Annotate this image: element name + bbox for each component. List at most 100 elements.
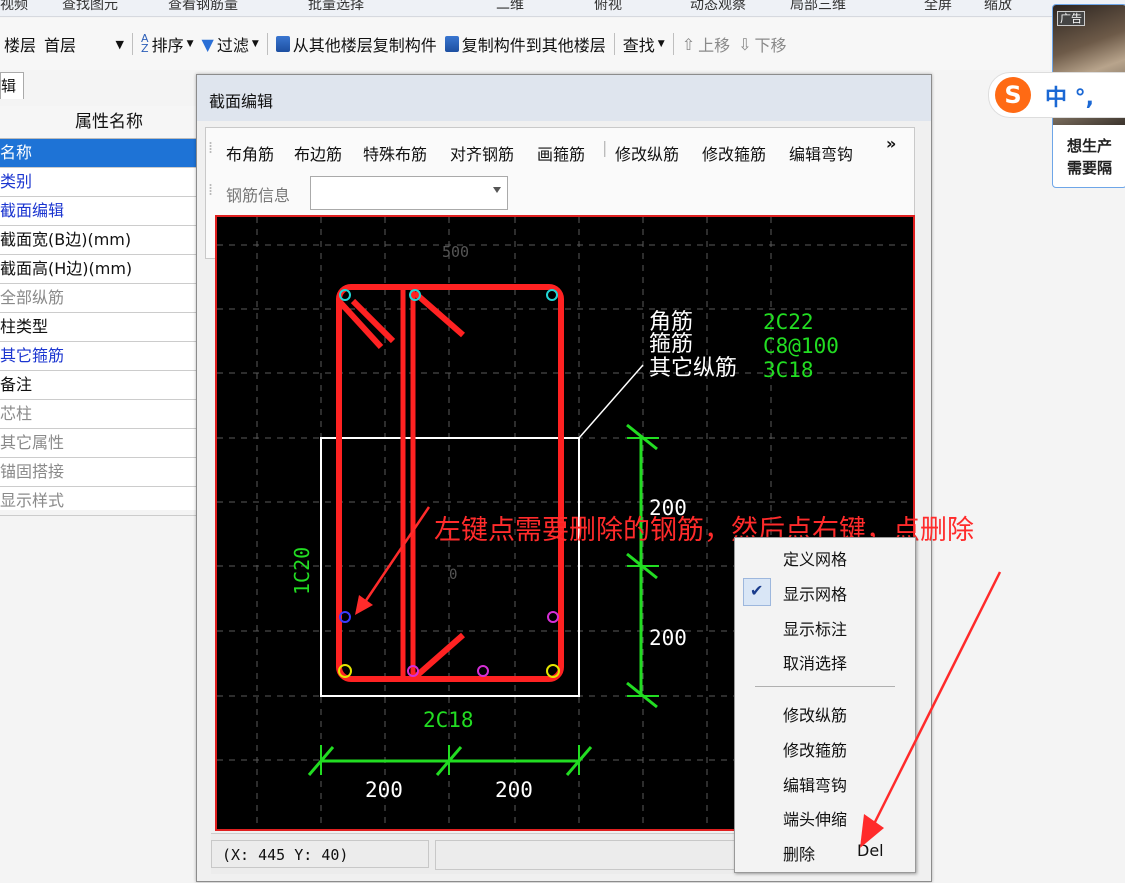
floor-value: 首层 [44, 36, 77, 55]
checkmark-icon: ✔ [750, 581, 764, 600]
divider [132, 33, 134, 55]
move-down-label: 下移 [754, 36, 787, 55]
corner-rebar[interactable] [546, 289, 558, 301]
find-label: 查找 [622, 36, 655, 55]
move-down-button[interactable]: ⇩ 下移 [734, 32, 790, 56]
tool-modify-longitudinal[interactable]: 修改纵筋 [615, 141, 679, 165]
menu-cancel-selection[interactable]: 取消选择 [783, 650, 847, 674]
funnel-icon: ▼ [201, 34, 214, 54]
more-tools-button[interactable]: » [886, 134, 896, 153]
copy-from-floor-button[interactable]: 从其他楼层复制构件 [272, 32, 441, 56]
label-corner-value: 2C22 [763, 310, 814, 334]
tool-corner-rebar[interactable]: 布角筋 [226, 141, 274, 165]
sort-icon: AZ [141, 32, 149, 55]
toolbar-top-view[interactable]: 俯视 [594, 0, 622, 14]
menu-define-grid[interactable]: 定义网格 [783, 546, 847, 570]
pointer-arrow-head [860, 814, 884, 848]
tool-draw-stirrup[interactable]: 画箍筋 [537, 141, 585, 165]
menu-show-grid[interactable]: 显示网格 [783, 581, 847, 605]
side-rebar[interactable] [547, 611, 559, 623]
toolbar-zoom[interactable]: 缩放 [984, 0, 1012, 14]
toolbar-fullscreen[interactable]: 全屏 [924, 0, 952, 14]
property-row[interactable]: 柱类型 [0, 313, 198, 342]
ad-line-1: 想生产 [1067, 137, 1113, 155]
divider [613, 33, 615, 55]
property-row[interactable]: 锚固搭接 [0, 458, 198, 487]
menu-edit-hook[interactable]: 编辑弯钩 [783, 772, 847, 796]
annotation-arrow-line [361, 506, 431, 606]
property-row[interactable]: 截面宽(B边)(mm) [0, 226, 198, 255]
coords-readout: (X: 445 Y: 40) [211, 840, 429, 868]
bottom-rebar[interactable] [477, 665, 489, 677]
toolbar-separator: | [602, 138, 608, 157]
property-row[interactable]: 备注 [0, 371, 198, 400]
inner-stirrup [400, 284, 416, 682]
filter-button[interactable]: ▼ 过滤 ▼ [198, 32, 263, 56]
ad-tag: 广告 [1057, 11, 1085, 26]
top-toolbar: 视频 查找图元 查看钢筋量 批量选择 二维 俯视 动态观察 局部三维 全屏 缩放 [0, 0, 1125, 17]
copy-to-label: 复制构件到其他楼层 [461, 36, 606, 55]
annotation-arrow-head [355, 595, 373, 615]
menu-check-box: ✔ [743, 578, 771, 606]
tab-edit[interactable]: 辑 [0, 72, 24, 99]
tool-edit-hook[interactable]: 编辑弯钩 [789, 141, 853, 165]
move-up-button[interactable]: ⇧ 上移 [678, 32, 734, 56]
menu-end-extend[interactable]: 端头伸缩 [783, 806, 847, 830]
dimension-label-left: 200 [365, 778, 403, 802]
property-row[interactable]: 其它属性 [0, 429, 198, 458]
property-row[interactable]: 名称 [0, 139, 198, 168]
outer-stirrup [336, 284, 564, 682]
panel-tab-row [0, 70, 200, 98]
toolbar-grip-icon: ⁞ [208, 138, 214, 157]
rebar-info-combo[interactable] [310, 176, 508, 210]
floor-label: 楼层 [4, 36, 37, 55]
toolbar-video[interactable]: 视频 [0, 0, 28, 14]
chevron-down-icon [493, 187, 501, 193]
property-row[interactable]: 全部纵筋 [0, 284, 198, 313]
toolbar-grip-icon: ⁞ [208, 180, 214, 199]
property-row[interactable]: 芯柱 [0, 400, 198, 429]
find-button[interactable]: 查找 ▼ [619, 32, 669, 56]
stirrup-hook [413, 290, 465, 338]
move-up-label: 上移 [698, 36, 731, 55]
status-cell [435, 840, 737, 870]
property-row[interactable]: 截面编辑 [0, 197, 198, 226]
copy-to-icon [444, 36, 459, 52]
menu-modify-longitudinal[interactable]: 修改纵筋 [783, 702, 847, 726]
divider [266, 33, 268, 55]
toolbar-local-3d[interactable]: 局部三维 [790, 0, 846, 14]
property-rows: 名称 类别 截面编辑 截面宽(B边)(mm) 截面高(H边)(mm) 全部纵筋 柱类型 其它箍… [0, 139, 198, 516]
menu-modify-stirrup[interactable]: 修改箍筋 [783, 737, 847, 761]
label-side-rebar: 1C20 [290, 547, 314, 595]
divider [672, 33, 674, 55]
tool-align-rebar[interactable]: 对齐钢筋 [450, 141, 514, 165]
stirrup-hook [411, 632, 465, 682]
tool-special-rebar[interactable]: 特殊布筋 [363, 141, 427, 165]
chevron-down-icon: ▼ [115, 37, 125, 51]
property-row[interactable]: 类别 [0, 168, 198, 197]
copy-to-floor-button[interactable]: 复制构件到其他楼层 [441, 32, 610, 56]
menu-delete[interactable]: 删除 [783, 841, 815, 865]
toolbar-2d[interactable]: 二维 [496, 0, 524, 14]
rebar-info-label: 钢筋信息 [226, 186, 291, 205]
tool-edge-rebar[interactable]: 布边筋 [294, 141, 342, 165]
toolbar-batch-select[interactable]: 批量选择 [308, 0, 364, 14]
toolbar-find-element[interactable]: 查找图元 [62, 0, 118, 14]
floor-select[interactable]: 首层 ▼ [40, 32, 128, 56]
property-header: 属性名称 [0, 106, 198, 139]
menu-show-annotation[interactable]: 显示标注 [783, 616, 847, 640]
label-stirrup-name: 箍筋 [649, 332, 693, 357]
property-row[interactable]: 其它箍筋 [0, 342, 198, 371]
property-row[interactable]: 截面高(H边)(mm) [0, 255, 198, 284]
toolbar-dynamic-view[interactable]: 动态观察 [690, 0, 746, 14]
label-leader-line [578, 364, 644, 439]
sort-button[interactable]: AZ 排序 ▼ [137, 32, 197, 56]
label-stirrup-value: C8@100 [763, 334, 839, 358]
copy-from-label: 从其他楼层复制构件 [292, 36, 437, 55]
tool-modify-stirrup[interactable]: 修改箍筋 [702, 141, 766, 165]
toolbar-view-rebar[interactable]: 查看钢筋量 [168, 0, 238, 14]
dialog-title: 截面编辑 [197, 75, 931, 121]
label-other-value: 3C18 [763, 358, 814, 382]
ime-toolbar[interactable]: S 中 °, [988, 72, 1125, 118]
property-row[interactable]: 显示样式 [0, 487, 198, 516]
